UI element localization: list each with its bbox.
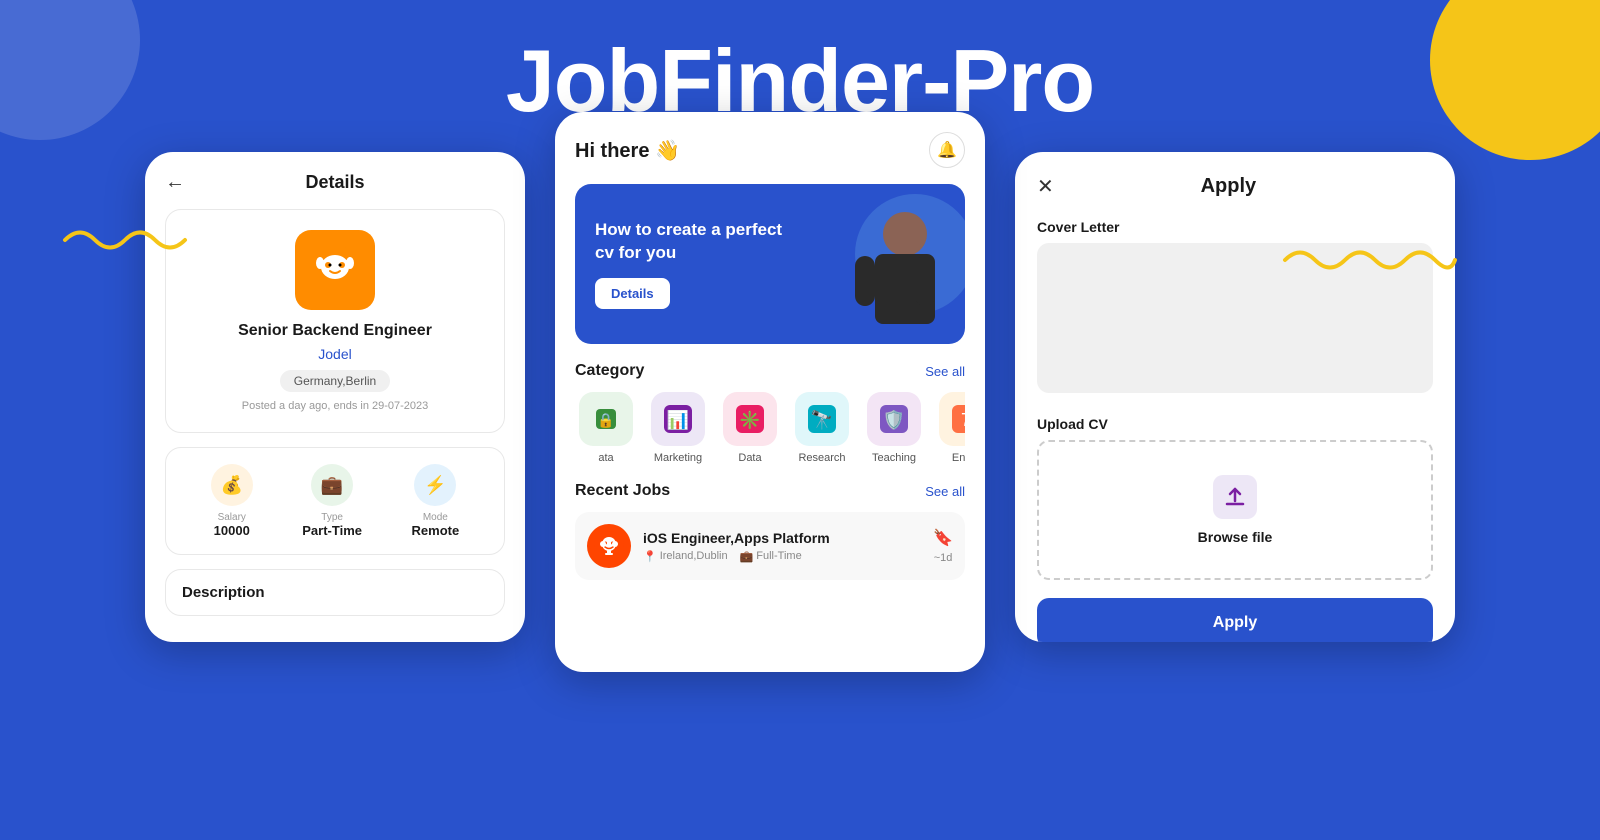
category-item-engin[interactable]: 7 Engin bbox=[935, 392, 965, 464]
recent-jobs-header: Recent Jobs See all bbox=[575, 482, 965, 500]
category-section-header: Category See all bbox=[575, 362, 965, 380]
category-icon-engin: 7 bbox=[939, 392, 965, 446]
salary-meta: 💰 Salary 10000 bbox=[211, 464, 253, 538]
apply-button[interactable]: Apply bbox=[1037, 598, 1433, 642]
cards-container: ← Details Senior Backend Engineer Jodel bbox=[0, 152, 1600, 672]
category-item-marketing[interactable]: 📊 Marketing bbox=[647, 392, 709, 464]
salary-value: 10000 bbox=[211, 523, 253, 538]
job-title: Senior Backend Engineer bbox=[186, 322, 484, 340]
job-type: 💼 Full-Time bbox=[740, 550, 802, 563]
company-logo bbox=[295, 230, 375, 310]
upload-icon bbox=[1213, 475, 1257, 519]
banner-headline: How to create a perfect cv for you bbox=[595, 219, 795, 263]
banner: How to create a perfect cv for you Detai… bbox=[575, 184, 965, 344]
job-meta: 💰 Salary 10000 💼 Type Part-Time ⚡ Mode R… bbox=[165, 447, 505, 555]
upload-cv-box[interactable]: Browse file bbox=[1037, 440, 1433, 580]
bookmark-icon: 🔖 bbox=[933, 528, 953, 548]
details-header: ← Details bbox=[165, 172, 505, 193]
home-card: Hi there 👋 🔔 How to create a perfect cv … bbox=[555, 112, 985, 672]
mode-meta: ⚡ Mode Remote bbox=[412, 464, 460, 538]
job-bookmark[interactable]: 🔖 ~1d bbox=[933, 528, 953, 564]
category-item-teaching[interactable]: 🛡️ Teaching bbox=[863, 392, 925, 464]
type-icon: 💼 bbox=[311, 464, 353, 506]
category-see-all[interactable]: See all bbox=[925, 364, 965, 379]
company-name: Jodel bbox=[186, 346, 484, 362]
apply-title: Apply bbox=[1201, 175, 1257, 198]
type-meta: 💼 Type Part-Time bbox=[302, 464, 362, 538]
category-label-data2: Data bbox=[738, 452, 761, 464]
category-label-research: Research bbox=[798, 452, 845, 464]
job-meta-row: 📍 Ireland,Dublin 💼 Full-Time bbox=[643, 550, 921, 563]
banner-person-figure bbox=[815, 184, 965, 344]
location-badge: Germany,Berlin bbox=[280, 370, 390, 392]
salary-icon: 💰 bbox=[211, 464, 253, 506]
category-icon-data: 🔒 bbox=[579, 392, 633, 446]
svg-text:7: 7 bbox=[961, 410, 965, 430]
category-label-marketing: Marketing bbox=[654, 452, 702, 464]
type-value: Part-Time bbox=[302, 523, 362, 538]
recent-jobs-see-all[interactable]: See all bbox=[925, 484, 965, 499]
description-section: Description bbox=[165, 569, 505, 616]
category-icon-data2: ✳️ bbox=[723, 392, 777, 446]
job-list-item[interactable]: iOS Engineer,Apps Platform 📍 Ireland,Dub… bbox=[575, 512, 965, 580]
mode-label: Mode bbox=[412, 512, 460, 523]
job-location: 📍 Ireland,Dublin bbox=[643, 550, 728, 563]
job-info: iOS Engineer,Apps Platform 📍 Ireland,Dub… bbox=[643, 530, 921, 563]
back-button[interactable]: ← bbox=[165, 171, 185, 194]
svg-text:🔒: 🔒 bbox=[597, 412, 614, 429]
reddit-logo bbox=[587, 524, 631, 568]
bell-button[interactable]: 🔔 bbox=[929, 132, 965, 168]
greeting-text: Hi there 👋 bbox=[575, 138, 680, 163]
recent-jobs-title: Recent Jobs bbox=[575, 482, 670, 500]
category-item-research[interactable]: 🔭 Research bbox=[791, 392, 853, 464]
salary-label: Salary bbox=[211, 512, 253, 523]
category-item-data2[interactable]: ✳️ Data bbox=[719, 392, 781, 464]
upload-cv-label: Upload CV bbox=[1037, 416, 1433, 432]
banner-text: How to create a perfect cv for you Detai… bbox=[575, 199, 815, 328]
wave-right-icon bbox=[1280, 240, 1460, 289]
svg-text:🔭: 🔭 bbox=[811, 409, 833, 430]
category-label-teaching: Teaching bbox=[872, 452, 916, 464]
category-icon-research: 🔭 bbox=[795, 392, 849, 446]
banner-details-button[interactable]: Details bbox=[595, 278, 670, 309]
mode-icon: ⚡ bbox=[414, 464, 456, 506]
category-label-engin: Engin bbox=[952, 452, 965, 464]
svg-text:📊: 📊 bbox=[667, 409, 689, 430]
category-icon-marketing: 📊 bbox=[651, 392, 705, 446]
time-badge: ~1d bbox=[934, 552, 953, 564]
category-title: Category bbox=[575, 362, 644, 380]
deco-circle-right bbox=[1430, 0, 1600, 160]
type-label: Type bbox=[302, 512, 362, 523]
category-scroll: 🔒 ata 📊 Marketing ✳️ Data 🔭 Re bbox=[575, 392, 965, 464]
details-title: Details bbox=[305, 172, 364, 193]
wave-left-icon bbox=[60, 220, 200, 269]
close-button[interactable]: ✕ bbox=[1037, 174, 1054, 199]
details-card: ← Details Senior Backend Engineer Jodel bbox=[145, 152, 525, 642]
category-label-data: ata bbox=[598, 452, 613, 464]
mode-value: Remote bbox=[412, 523, 460, 538]
posted-date: Posted a day ago, ends in 29-07-2023 bbox=[186, 400, 484, 412]
category-item-data[interactable]: 🔒 ata bbox=[575, 392, 637, 464]
svg-text:✳️: ✳️ bbox=[739, 410, 761, 430]
apply-card: ✕ Apply Cover Letter Upload CV Browse fi… bbox=[1015, 152, 1455, 642]
apply-header: ✕ Apply bbox=[1037, 174, 1433, 199]
cover-letter-label: Cover Letter bbox=[1037, 219, 1433, 235]
home-header: Hi there 👋 🔔 bbox=[575, 132, 965, 168]
job-name: iOS Engineer,Apps Platform bbox=[643, 530, 921, 546]
company-section: Senior Backend Engineer Jodel Germany,Be… bbox=[165, 209, 505, 433]
category-icon-teaching: 🛡️ bbox=[867, 392, 921, 446]
browse-file-text: Browse file bbox=[1198, 529, 1273, 545]
svg-text:🛡️: 🛡️ bbox=[883, 409, 905, 430]
description-title: Description bbox=[182, 584, 488, 601]
